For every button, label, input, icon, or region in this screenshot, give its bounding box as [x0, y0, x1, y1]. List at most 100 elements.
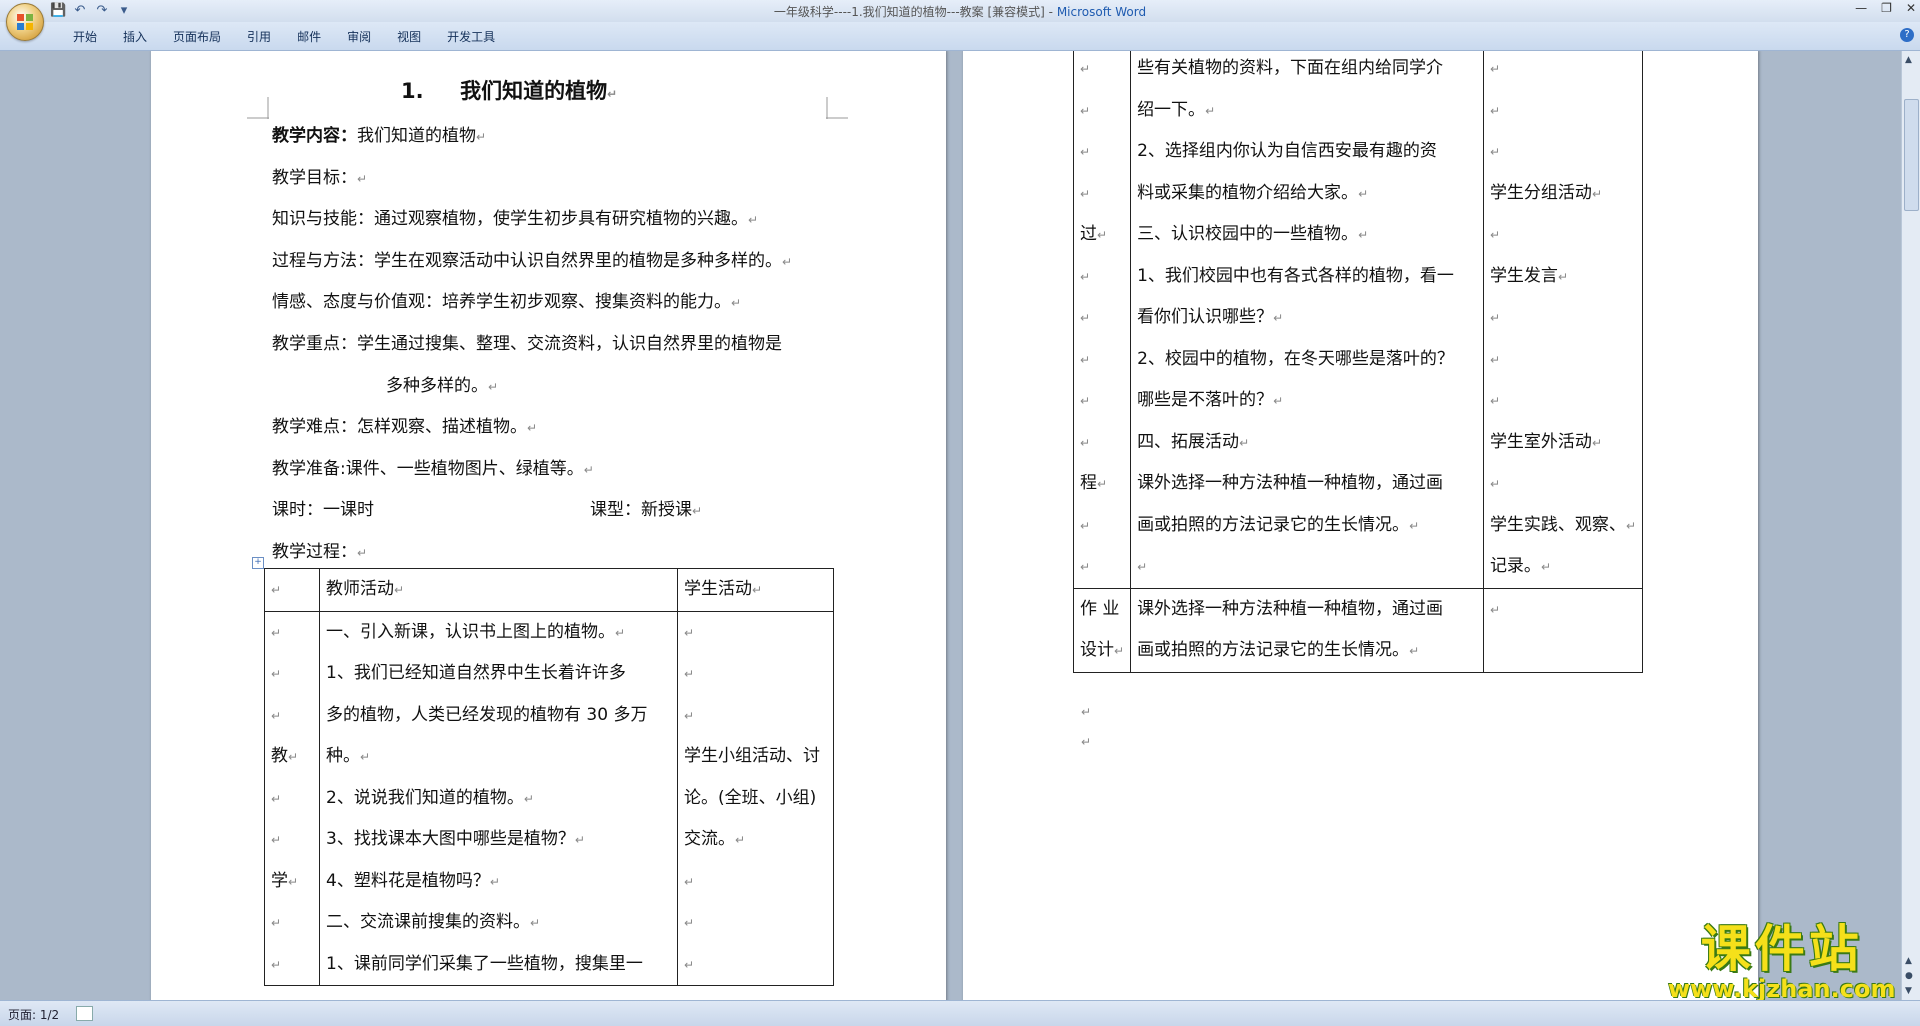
student-line: 交流。↵	[684, 829, 746, 849]
tab-home[interactable]: 开始	[60, 28, 110, 45]
teacher-line: 2、选择组内你认为自信西安最有趣的资	[1137, 141, 1437, 161]
office-logo-icon	[17, 14, 33, 30]
teacher-line: 种。↵	[326, 746, 371, 766]
office-button[interactable]	[6, 3, 44, 41]
teacher-line: 1、我们已经知道自然界中生长着许许多	[326, 663, 626, 683]
teacher-line: 三、认识校园中的一些植物。↵	[1137, 224, 1369, 244]
stage-line: ↵	[1080, 186, 1091, 201]
page-counter[interactable]: 页面: 1/2	[8, 1006, 59, 1023]
emotion-attitude: 情感、态度与价值观：培养学生初步观察、搜集资料的能力。↵	[272, 292, 742, 312]
scroll-up-icon[interactable]: ▲	[1905, 55, 1912, 65]
student-line: ↵	[1489, 311, 1500, 325]
student-line: ↵	[684, 625, 695, 640]
stage-line: ↵	[1080, 352, 1091, 367]
proofing-icon[interactable]	[76, 1006, 93, 1021]
document-workspace: 1. 我们知道的植物↵ 教学内容：我们知道的植物↵ 教学目标：↵ 知识与技能：通…	[0, 51, 1902, 1000]
student-line: 论。(全班、小组)	[684, 787, 817, 808]
page-2: ↵ ↵ ↵ ↵ 过↵ ↵ ↵ ↵ ↵ ↵ 程↵ ↵ ↵ 些有关植物的资料，下面在组内给同学介 绍一下。↵ 2…	[963, 51, 1758, 1000]
teaching-process-label: 教学过程：↵	[272, 542, 368, 562]
empty-paragraph: ↵	[1081, 735, 1092, 749]
process-method: 过程与方法：学生在观察活动中认识自然界里的植物是多种多样的。↵	[272, 251, 793, 271]
empty-paragraph: ↵	[1081, 705, 1092, 719]
homework-row: 作 业 设计↵ 课外选择一种方法种植一种植物，通过画 画或拍照的方法记录它的生长…	[1072, 587, 1644, 673]
teacher-line: 课外选择一种方法种植一种植物，通过画	[1137, 473, 1444, 493]
stage-column: ↵ ↵ ↵ ↵ 过↵ ↵ ↵ ↵ ↵ ↵ 程↵ ↵ ↵	[1080, 51, 1124, 588]
stage-line: ↵	[271, 833, 282, 847]
student-line: ↵	[684, 916, 695, 930]
page-1: 1. 我们知道的植物↵ 教学内容：我们知道的植物↵ 教学目标：↵ 知识与技能：通…	[151, 51, 946, 1000]
student-line: 学生发言↵	[1489, 265, 1568, 286]
prev-page-icon[interactable]: ▲	[1905, 956, 1912, 966]
status-bar: 页面: 1/2	[0, 1000, 1920, 1026]
stage-line: ↵	[271, 667, 282, 681]
class-hours: 课时：一课时	[272, 500, 374, 520]
student-column: ↵ ↵ ↵ 学生分组活动↵ ↵ 学生发言↵ ↵ ↵ ↵ 学生室外活动↵ ↵ 学生实践、观察、↵ 记录。↵	[1490, 51, 1636, 588]
app-name: Microsoft Word	[1056, 5, 1147, 19]
homework-label-2: 设计↵	[1080, 640, 1125, 660]
crop-mark-icon	[247, 97, 269, 119]
document-title: 一年级科学----1.我们知道的植物---教案 [兼容模式] -	[773, 5, 1057, 19]
stage-line: 程↵	[1080, 473, 1108, 493]
stage-line: ↵	[1080, 103, 1091, 118]
teacher-line: 多的植物，人类已经发现的植物有 30 多万	[326, 704, 648, 725]
teaching-goal: 教学目标：↵	[272, 168, 368, 188]
close-icon[interactable]: ✕	[1906, 1, 1916, 15]
stage-line: ↵	[271, 625, 282, 640]
student-line: ↵	[1489, 62, 1500, 76]
teacher-line: 3、找找课本大图中哪些是植物？↵	[326, 829, 585, 849]
knowledge-skill: 知识与技能：通过观察植物，使学生初步具有研究植物的兴趣。↵	[272, 209, 759, 229]
student-line: 学生实践、观察、↵	[1489, 514, 1636, 535]
student-line: ↵	[1489, 352, 1500, 367]
teacher-line: 绍一下。↵	[1137, 99, 1216, 120]
window-title: 一年级科学----1.我们知道的植物---教案 [兼容模式] - Microso…	[0, 3, 1920, 20]
teacher-line: ↵	[1137, 560, 1148, 574]
student-line: 记录。↵	[1489, 556, 1551, 576]
stage-line: ↵	[1080, 311, 1091, 325]
student-line: 学生室外活动↵	[1489, 431, 1602, 452]
next-page-icon[interactable]: ▼	[1905, 986, 1912, 996]
table-row: ↵ ↵ ↵ ↵ 过↵ ↵ ↵ ↵ ↵ ↵ 程↵ ↵ ↵ 些有关植物的资料，下面在组内给同学介 绍一下。↵ 2…	[1072, 51, 1644, 589]
help-icon[interactable]: ?	[1900, 28, 1914, 42]
maximize-icon[interactable]: ❐	[1881, 1, 1892, 15]
stage-line: ↵	[271, 708, 282, 723]
homework-text: 课外选择一种方法种植一种植物，通过画	[1137, 598, 1444, 619]
lesson-table-2: ↵ ↵ ↵ ↵ 过↵ ↵ ↵ ↵ ↵ ↵ 程↵ ↵ ↵ 些有关植物的资料，下面在组内给同学介 绍一下。↵ 2…	[1072, 51, 1644, 673]
scroll-thumb[interactable]	[1904, 99, 1919, 211]
student-line: ↵	[684, 874, 695, 889]
tab-mailings[interactable]: 邮件	[284, 28, 334, 45]
stage-line: ↵	[271, 916, 282, 930]
tab-insert[interactable]: 插入	[110, 28, 160, 45]
student-line: ↵	[1489, 228, 1500, 242]
document-title-heading: 1. 我们知道的植物↵	[401, 79, 618, 103]
homework-text-2: 画或拍照的方法记录它的生长情况。↵	[1137, 640, 1420, 660]
tab-developer[interactable]: 开发工具	[434, 28, 508, 45]
tab-view[interactable]: 视图	[384, 28, 434, 45]
teacher-column: 一、引入新课，认识书上图上的植物。↵ 1、我们已经知道自然界中生长着许许多 多的植物…	[326, 612, 671, 986]
stage-line: ↵	[1080, 145, 1091, 159]
browse-object-icon[interactable]: ●	[1905, 971, 1913, 981]
teacher-column: 些有关植物的资料，下面在组内给同学介 绍一下。↵ 2、选择组内你认为自信西安最有趣的…	[1137, 51, 1477, 588]
header-teacher: 教师活动	[326, 579, 394, 599]
table-header-row: ↵ 教师活动↵ 学生活动↵	[264, 568, 834, 612]
student-line: ↵	[684, 667, 695, 681]
stage-line: ↵	[1080, 62, 1091, 76]
teacher-line: 四、拓展活动↵	[1137, 431, 1250, 452]
teacher-line: 4、塑料花是植物吗？↵	[326, 870, 500, 891]
tab-review[interactable]: 审阅	[334, 28, 384, 45]
tab-page-layout[interactable]: 页面布局	[160, 28, 234, 45]
table-move-handle-icon[interactable]: +	[252, 557, 264, 569]
teacher-line: 哪些是不落叶的？↵	[1137, 390, 1284, 410]
stage-line: ↵	[271, 791, 282, 806]
vertical-scrollbar[interactable]: ▲ ▲ ● ▼	[1901, 51, 1920, 1000]
stage-line: 学↵	[271, 870, 299, 891]
teacher-line: 2、说说我们知道的植物。↵	[326, 787, 534, 808]
minimize-icon[interactable]: —	[1855, 1, 1867, 15]
tab-references[interactable]: 引用	[234, 28, 284, 45]
student-line: ↵	[684, 708, 695, 723]
key-point: 教学重点：学生通过搜集、整理、交流资料，认识自然界里的植物是	[272, 334, 782, 354]
student-line: ↵	[1489, 394, 1500, 408]
teacher-line: 2、校园中的植物，在冬天哪些是落叶的？	[1137, 348, 1454, 369]
lesson-table-1: ↵ 教师活动↵ 学生活动↵ ↵ ↵ ↵ 教↵ ↵ ↵ 学↵ ↵ ↵ 一、引入新课，认识书上图上的…	[264, 568, 834, 986]
watermark-brand: 课件站	[1700, 920, 1863, 978]
student-line: 学生小组活动、讨	[684, 746, 820, 766]
